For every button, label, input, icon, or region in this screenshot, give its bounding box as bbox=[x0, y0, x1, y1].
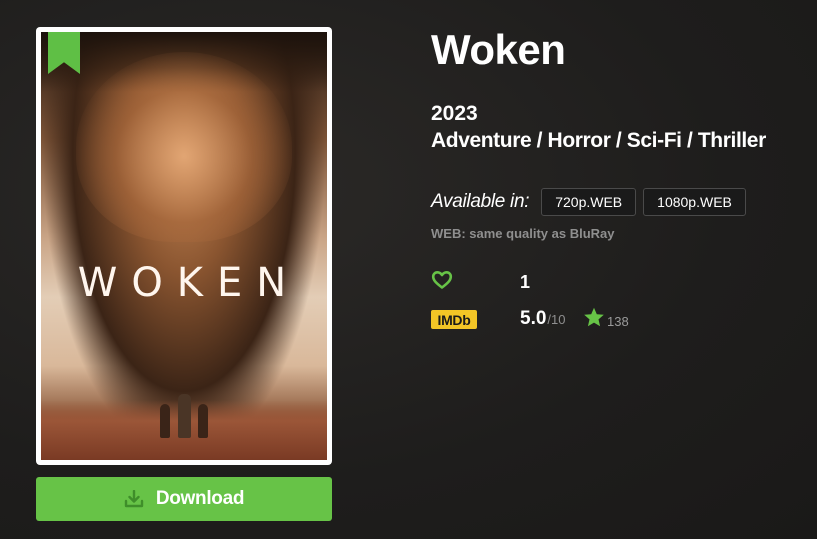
quality-note: WEB: same quality as BluRay bbox=[431, 226, 615, 241]
imdb-badge[interactable]: IMDb bbox=[431, 310, 477, 329]
poster-figure-center bbox=[178, 394, 191, 438]
available-in-label: Available in: bbox=[431, 191, 530, 212]
movie-details-page: WOKEN Download Woken 2023 Adventure / Ho… bbox=[0, 0, 817, 539]
likes-row: 1 bbox=[431, 270, 631, 294]
imdb-votes: 138 bbox=[607, 314, 629, 329]
imdb-rating: 5.0 /10 bbox=[520, 308, 566, 330]
quality-button-1080p[interactable]: 1080p.WEB bbox=[643, 188, 746, 216]
likes-count: 1 bbox=[520, 272, 531, 292]
availability-row: Available in: 720p.WEB 1080p.WEB bbox=[431, 188, 753, 216]
imdb-row: IMDb 5.0 /10 138 bbox=[431, 306, 691, 332]
quality-button-720p[interactable]: 720p.WEB bbox=[541, 188, 637, 216]
rating-max: /10 bbox=[547, 312, 566, 327]
movie-year: 2023 bbox=[431, 102, 478, 125]
movie-poster[interactable]: WOKEN bbox=[36, 27, 332, 465]
poster-figures bbox=[146, 388, 222, 438]
heart-icon[interactable] bbox=[431, 270, 453, 295]
poster-title-text: WOKEN bbox=[77, 260, 301, 306]
download-icon bbox=[124, 490, 144, 508]
star-icon bbox=[583, 307, 605, 333]
poster-face-art bbox=[76, 52, 292, 242]
download-label: Download bbox=[155, 488, 245, 509]
poster-figure-right bbox=[198, 404, 208, 438]
movie-genres: Adventure / Horror / Sci-Fi / Thriller bbox=[431, 129, 766, 152]
poster-image: WOKEN bbox=[41, 32, 327, 460]
download-button[interactable]: Download bbox=[36, 477, 332, 521]
poster-figure-left bbox=[160, 404, 170, 438]
rating-value: 5.0 bbox=[520, 308, 547, 329]
movie-title: Woken bbox=[431, 26, 566, 73]
